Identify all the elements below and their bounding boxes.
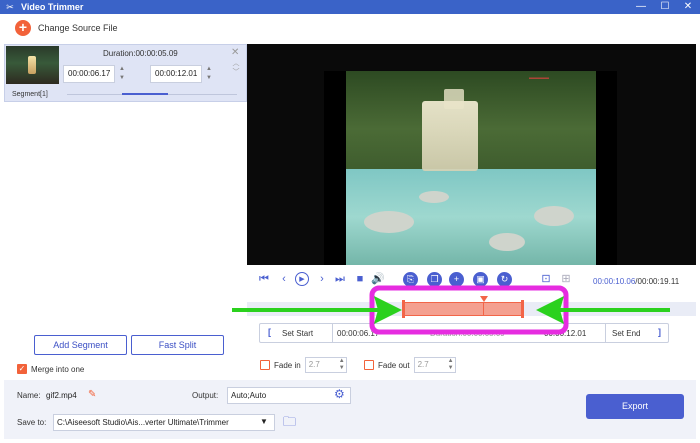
segment-end-input[interactable]: 00:00:12.01 <box>150 65 202 83</box>
segment-thumbnail <box>6 46 59 84</box>
trim-end-handle[interactable] <box>521 300 524 318</box>
fast-split-button[interactable]: Fast Split <box>131 335 224 355</box>
name-label: Name: <box>17 391 41 400</box>
bracket-end-icon: ] <box>658 327 661 337</box>
fit-icon[interactable]: ⊞ <box>559 272 573 286</box>
rotate-icon[interactable]: ↻ <box>497 272 512 287</box>
maximize-icon[interactable]: ☐ <box>654 0 676 14</box>
segment-label: Segment[1] <box>12 91 48 98</box>
output-field[interactable]: Auto;Auto <box>227 387 351 404</box>
merge-into-one-checkbox[interactable]: ✓ Merge into one <box>17 364 84 374</box>
play-icon[interactable]: ▶ <box>295 272 309 286</box>
fade-out-checkbox[interactable] <box>364 360 374 370</box>
edit-name-icon[interactable]: ✎ <box>88 389 96 400</box>
set-start-button[interactable]: Set Start <box>282 329 313 338</box>
video-watermark-icon: ▬▬▬▬ <box>529 75 549 81</box>
export-button[interactable]: Export <box>586 394 684 419</box>
copy-icon[interactable]: ❐ <box>427 272 442 287</box>
skip-end-icon[interactable]: ⏭ <box>333 272 347 286</box>
video-frame: ▬▬▬▬ <box>324 71 617 265</box>
close-icon[interactable]: ✕ <box>677 0 699 14</box>
fade-out-control[interactable]: Fade out 2.7 ▲ ▼ <box>364 357 456 373</box>
stop-icon[interactable]: ■ <box>353 272 367 286</box>
bracket-start-icon: [ <box>268 327 271 337</box>
title-bar: ✂ Video Trimmer — ☐ ✕ <box>0 0 700 14</box>
chevron-down-icon[interactable]: ▼ <box>260 417 268 426</box>
fade-out-input[interactable]: 2.7 ▲ ▼ <box>413 357 456 373</box>
playhead-icon[interactable] <box>480 296 488 302</box>
video-preview: ▬▬▬▬ <box>247 44 696 265</box>
fade-in-label: Fade in <box>274 360 301 370</box>
bottom-bar: Name: gif2.mp4 ✎ Output: Auto;Auto ⚙ Sav… <box>4 380 696 439</box>
fade-out-label: Fade out <box>378 360 410 370</box>
segment-duration: Duration:00:00:05.09 <box>103 49 178 58</box>
waterfall-image <box>422 101 478 171</box>
trim-end-input[interactable]: 00:00:12.01 <box>544 329 586 338</box>
playback-controls: ⏮ ‹ ▶ › ⏭ ■ 🔊 ⎘ ❐ + ▣ ↻ ⊡ ⊞ 00:00:10.06/… <box>247 269 696 291</box>
volume-icon[interactable]: 🔊 <box>371 272 385 286</box>
segment-item[interactable]: Duration:00:00:05.09 00:00:06.17 ▲ ▼ 00:0… <box>4 44 247 102</box>
segment-panel: Duration:00:00:05.09 00:00:06.17 ▲ ▼ 00:0… <box>4 44 247 376</box>
name-value: gif2.mp4 <box>46 391 77 400</box>
split-icon[interactable]: ⎘ <box>403 272 418 287</box>
trim-duration: Duration:00:00:05.09 <box>430 329 505 338</box>
playhead-line <box>483 302 484 316</box>
fade-in-checkbox[interactable] <box>260 360 270 370</box>
segment-track-fill <box>122 93 168 95</box>
add-segment-button[interactable]: Add Segment <box>34 335 127 355</box>
trim-start-input[interactable]: 00:00:06.17 <box>337 329 379 338</box>
save-path-field[interactable]: C:\Aiseesoft Studio\Ais...verter Ultimat… <box>53 414 275 431</box>
set-end-button[interactable]: Set End <box>612 329 640 338</box>
add-icon[interactable]: + <box>15 20 31 36</box>
delete-icon[interactable]: ▣ <box>473 272 488 287</box>
gear-icon[interactable]: ⚙ <box>334 387 345 401</box>
previous-frame-icon[interactable]: ‹ <box>277 272 291 286</box>
minimize-icon[interactable]: — <box>630 0 652 14</box>
window-title: Video Trimmer <box>21 2 84 12</box>
output-label: Output: <box>192 391 219 400</box>
remove-segment-icon[interactable]: ✕ <box>231 47 239 58</box>
set-range-bar: [ Set Start 00:00:06.17 Duration:00:00:0… <box>259 323 669 343</box>
change-source-row[interactable]: + Change Source File <box>0 14 700 42</box>
fade-in-input[interactable]: 2.7 ▲ ▼ <box>304 357 347 373</box>
add-icon-control[interactable]: + <box>449 272 464 287</box>
trim-selection[interactable] <box>403 302 523 316</box>
next-frame-icon[interactable]: › <box>315 272 329 286</box>
trim-start-handle[interactable] <box>402 300 405 318</box>
save-to-label: Save to: <box>17 418 47 427</box>
reorder-segment-icon[interactable]: ︿ ﹀ <box>231 59 241 77</box>
skip-start-icon[interactable]: ⏮ <box>257 272 271 286</box>
merge-label: Merge into one <box>31 364 85 374</box>
preview-panel: ▬▬▬▬ ⏮ ‹ ▶ › ⏭ ■ 🔊 ⎘ ❐ + ▣ ↻ ⊡ ⊞ 00:00:1… <box>247 44 696 380</box>
checkmark-icon[interactable]: ✓ <box>17 364 27 374</box>
folder-icon[interactable]: 🗀 <box>283 413 296 435</box>
segment-start-stepper[interactable]: ▲ ▼ <box>117 65 127 83</box>
app-logo-icon: ✂ <box>6 2 14 12</box>
change-source-label[interactable]: Change Source File <box>38 23 118 33</box>
fade-in-control[interactable]: Fade in 2.7 ▲ ▼ <box>260 357 347 373</box>
insert-icon[interactable]: ⊡ <box>539 272 553 286</box>
segment-end-stepper[interactable]: ▲ ▼ <box>204 65 214 83</box>
segment-start-input[interactable]: 00:00:06.17 <box>63 65 115 83</box>
time-readout: 00:00:10.06/00:00:19.11 <box>593 277 680 286</box>
